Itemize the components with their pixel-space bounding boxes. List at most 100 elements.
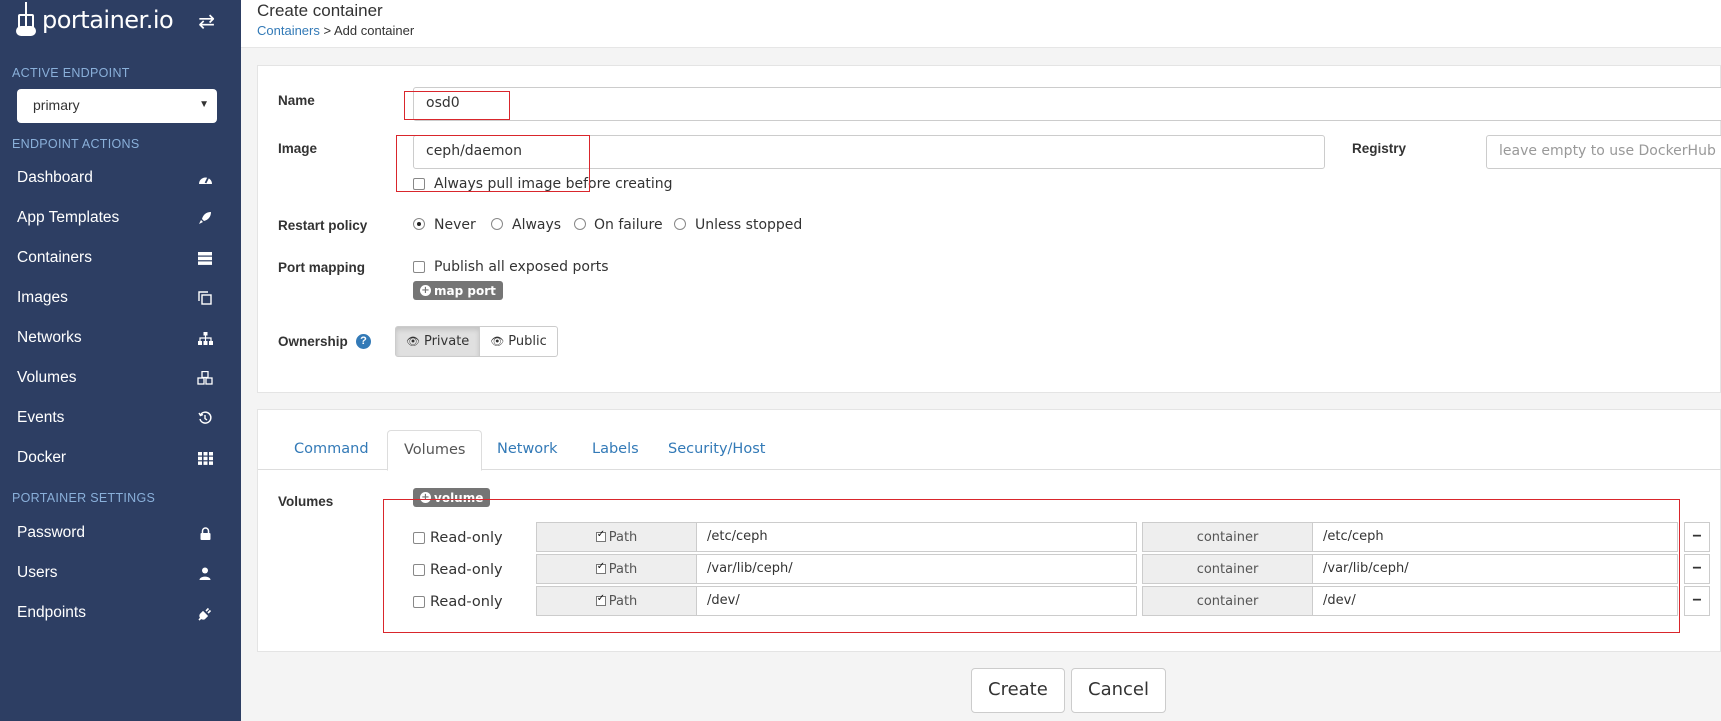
sidebar-item-images[interactable]: Images xyxy=(0,282,241,314)
container-path-value: /dev/ xyxy=(1323,593,1356,608)
tab-command[interactable]: Command xyxy=(278,430,385,470)
container-path-value: /var/lib/ceph/ xyxy=(1323,561,1409,576)
add-volume-button[interactable]: + volume xyxy=(413,488,491,507)
name-input[interactable]: osd0 xyxy=(413,87,1721,121)
registry-input-placeholder: leave empty to use DockerHub xyxy=(1499,143,1716,159)
caret-down-icon: ▼ xyxy=(199,99,209,110)
host-path-value: /etc/ceph xyxy=(707,529,768,544)
image-label: Image xyxy=(278,141,318,156)
registry-input[interactable]: leave empty to use DockerHub xyxy=(1486,135,1721,169)
sidebar-item-label: Volumes xyxy=(17,369,77,386)
path-toggle[interactable]: Path xyxy=(536,554,697,584)
host-path-input[interactable]: /dev/ xyxy=(696,586,1137,616)
path-checkbox-icon xyxy=(595,529,606,542)
readonly-checkbox[interactable] xyxy=(413,532,425,544)
restart-never-radio[interactable] xyxy=(413,218,425,230)
logo-text: portainer.io xyxy=(42,6,174,34)
portainer-logo[interactable]: portainer.io xyxy=(16,0,174,40)
minus-icon: − xyxy=(1692,560,1702,577)
eye-slash-icon: 👁 xyxy=(406,335,420,348)
sidebar-item-docker[interactable]: Docker xyxy=(0,442,241,474)
lock-icon xyxy=(197,525,213,541)
endpoint-select[interactable]: primary ▼ xyxy=(17,89,217,123)
volume-row: Read-only Path /dev/ container /dev/ − xyxy=(258,586,1721,616)
tab-volumes[interactable]: Volumes xyxy=(387,430,483,471)
container-addon: container xyxy=(1142,522,1313,552)
publish-all-label: Publish all exposed ports xyxy=(434,259,609,275)
tab-network[interactable]: Network xyxy=(481,430,574,470)
container-path-input[interactable]: /dev/ xyxy=(1312,586,1678,616)
ownership-private-label: Private xyxy=(423,334,470,349)
th-icon xyxy=(197,450,213,466)
readonly-checkbox[interactable] xyxy=(413,564,425,576)
container-path-input[interactable]: /var/lib/ceph/ xyxy=(1312,554,1678,584)
cancel-button[interactable]: Cancel xyxy=(1071,668,1166,713)
sidebar-item-users[interactable]: Users xyxy=(0,557,241,589)
map-port-button[interactable]: + map port xyxy=(413,281,503,300)
breadcrumb-containers-link[interactable]: Containers xyxy=(257,23,320,38)
sidebar-item-containers[interactable]: Containers xyxy=(0,242,241,274)
sidebar-item-volumes[interactable]: Volumes xyxy=(0,362,241,394)
portainer-settings-title: PORTAINER SETTINGS xyxy=(12,491,156,505)
remove-volume-button[interactable]: − xyxy=(1684,522,1710,552)
tab-security-host[interactable]: Security/Host xyxy=(652,430,781,470)
tab-labels[interactable]: Labels xyxy=(576,430,655,470)
active-endpoint-title: ACTIVE ENDPOINT xyxy=(12,66,130,80)
publish-all-checkbox[interactable] xyxy=(413,261,425,273)
path-toggle[interactable]: Path xyxy=(536,522,697,552)
sidebar-item-label: Events xyxy=(17,409,65,426)
minus-icon: − xyxy=(1692,528,1702,545)
ownership-public-button[interactable]: 👁 Public xyxy=(480,326,558,357)
container-label: container xyxy=(1196,529,1259,545)
restart-on-failure-radio[interactable] xyxy=(574,218,586,230)
ownership-label: Ownership xyxy=(278,334,348,349)
readonly-label: Read-only xyxy=(430,530,503,546)
plus-circle-icon: + xyxy=(420,492,431,503)
always-pull-checkbox[interactable] xyxy=(413,178,425,190)
restart-unless-stopped-label: Unless stopped xyxy=(695,217,803,233)
path-toggle[interactable]: Path xyxy=(536,586,697,616)
dashboard-icon xyxy=(197,170,213,186)
image-input[interactable]: ceph/daemon xyxy=(413,135,1325,169)
readonly-checkbox[interactable] xyxy=(413,596,425,608)
restart-always-radio[interactable] xyxy=(491,218,503,230)
readonly-label: Read-only xyxy=(430,594,503,610)
restart-unless-stopped-radio[interactable] xyxy=(674,218,686,230)
host-path-input[interactable]: /etc/ceph xyxy=(696,522,1137,552)
sidebar-item-password[interactable]: Password xyxy=(0,517,241,549)
user-icon xyxy=(197,565,213,581)
path-label: Path xyxy=(608,593,638,609)
restart-always-label: Always xyxy=(512,217,562,233)
sidebar-item-endpoints[interactable]: Endpoints xyxy=(0,597,241,629)
sidebar-item-events[interactable]: Events xyxy=(0,402,241,434)
breadcrumb: Containers > Add container xyxy=(257,23,414,38)
host-path-value: /dev/ xyxy=(707,593,740,608)
host-path-value: /var/lib/ceph/ xyxy=(707,561,793,576)
cubes-icon xyxy=(197,370,213,386)
container-path-input[interactable]: /etc/ceph xyxy=(1312,522,1678,552)
question-circle-icon[interactable]: ? xyxy=(356,334,371,349)
container-label: container xyxy=(1196,561,1259,577)
sidebar-item-label: Endpoints xyxy=(17,604,86,621)
server-icon xyxy=(197,250,213,266)
path-checkbox-icon xyxy=(595,561,606,574)
exchange-icon[interactable]: ⇄ xyxy=(198,9,215,34)
sidebar-item-label: Images xyxy=(17,289,68,306)
container-path-value: /etc/ceph xyxy=(1323,529,1384,544)
registry-label: Registry xyxy=(1352,141,1407,156)
remove-volume-button[interactable]: − xyxy=(1684,586,1710,616)
path-label: Path xyxy=(608,561,638,577)
remove-volume-button[interactable]: − xyxy=(1684,554,1710,584)
rocket-icon xyxy=(197,210,213,226)
create-button[interactable]: Create xyxy=(971,668,1065,713)
sidebar-item-networks[interactable]: Networks xyxy=(0,322,241,354)
volumes-label: Volumes xyxy=(278,494,334,509)
host-path-input[interactable]: /var/lib/ceph/ xyxy=(696,554,1137,584)
name-label: Name xyxy=(278,93,315,108)
sidebar-item-app-templates[interactable]: App Templates xyxy=(0,202,241,234)
path-checkbox-icon xyxy=(595,593,606,606)
container-form-widget: Name osd0 Image ceph/daemon Always pull … xyxy=(257,65,1721,393)
ownership-private-button[interactable]: 👁 Private xyxy=(395,326,481,357)
sidebar-item-dashboard[interactable]: Dashboard xyxy=(0,162,241,194)
sidebar-item-label: Users xyxy=(17,564,58,581)
